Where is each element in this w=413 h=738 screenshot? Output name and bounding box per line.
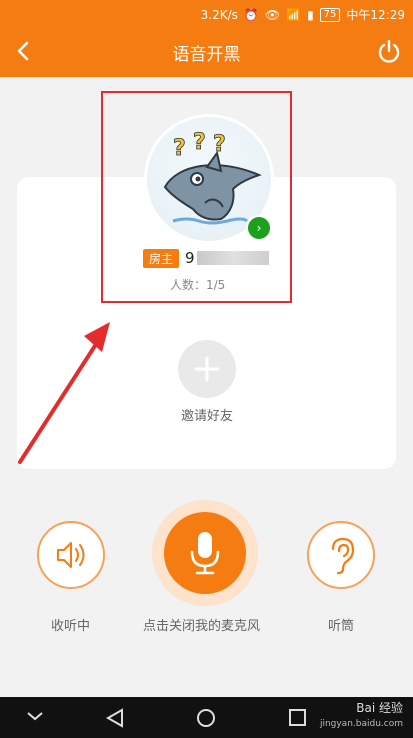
baidu-watermark: Bai 经验 jingyan.baidu.com	[320, 701, 403, 731]
nav-collapse-icon[interactable]	[27, 712, 43, 721]
watermark-brand: Bai 经验	[356, 701, 403, 715]
speaker-icon	[57, 542, 85, 568]
mic-label: 点击关闭我的麦克风	[143, 619, 261, 634]
listening-label: 收听中	[51, 619, 91, 634]
ear-icon	[331, 537, 355, 575]
earpiece-toggle-button[interactable]	[307, 521, 375, 589]
nav-home-icon[interactable]	[197, 709, 215, 727]
watermark-url: jingyan.baidu.com	[319, 719, 403, 729]
microphone-icon	[190, 532, 220, 575]
nav-recents-icon[interactable]	[289, 709, 306, 726]
nav-back-icon[interactable]	[105, 708, 123, 728]
earpiece-label: 听筒	[328, 619, 355, 634]
system-nav-bar: Bai 经验 jingyan.baidu.com	[0, 697, 413, 738]
mic-toggle-button[interactable]	[164, 512, 246, 594]
speaker-toggle-button[interactable]	[37, 521, 105, 589]
